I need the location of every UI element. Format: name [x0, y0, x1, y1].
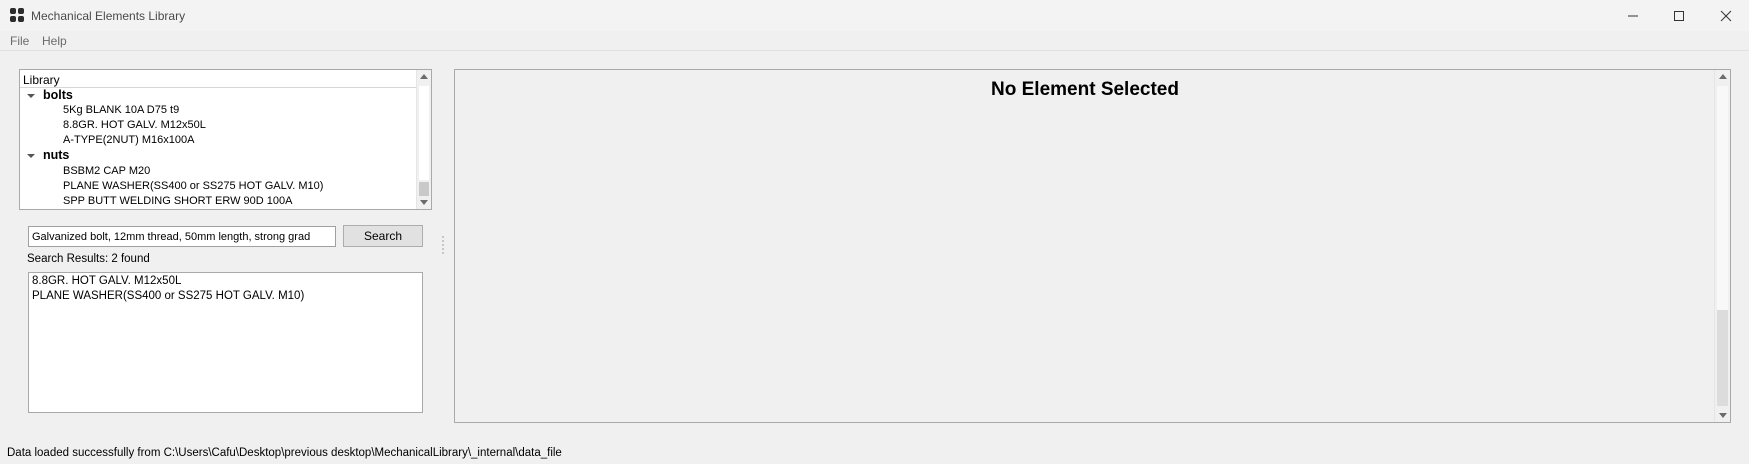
close-icon — [1720, 10, 1732, 21]
maximize-icon — [1674, 10, 1684, 21]
status-bar: Data loaded successfully from C:\Users\C… — [0, 444, 1749, 464]
scroll-down-icon[interactable] — [420, 200, 428, 205]
library-tree-header[interactable]: Library — [20, 70, 417, 88]
tree-group-bolts[interactable]: bolts — [24, 88, 224, 103]
detail-panel: No Element Selected — [454, 69, 1731, 423]
library-scrollbar[interactable] — [416, 70, 431, 209]
detail-scrollbar[interactable] — [1714, 70, 1730, 422]
scrollbar-thumb[interactable] — [419, 182, 429, 196]
search-results-list[interactable]: 8.8GR. HOT GALV. M12x50L PLANE WASHER(SS… — [28, 272, 423, 413]
tree-item[interactable]: 5Kg BLANK 10A D75 t9 — [63, 103, 179, 118]
scroll-up-icon[interactable] — [1719, 74, 1727, 79]
tree-item[interactable]: A-TYPE(2NUT) M16x100A — [63, 133, 194, 148]
status-text: Data loaded successfully from C:\Users\C… — [7, 447, 562, 459]
minimize-icon — [1628, 15, 1638, 16]
library-tree[interactable]: Library bolts 5Kg BLANK 10A D75 t9 8.8GR… — [19, 69, 432, 210]
scroll-up-icon[interactable] — [420, 74, 428, 79]
close-button[interactable] — [1703, 0, 1749, 31]
scrollbar-thumb[interactable] — [1717, 310, 1728, 406]
app-grid-icon — [10, 8, 24, 22]
menu-file[interactable]: File — [10, 34, 29, 48]
menu-bar: File Help — [0, 31, 1749, 51]
search-input[interactable] — [28, 226, 336, 247]
tree-item[interactable]: SPP BUTT WELDING SHORT ERW 90D 100A — [63, 194, 292, 209]
search-results-label: Search Results: 2 found — [27, 253, 150, 265]
list-item[interactable]: PLANE WASHER(SS400 or SS275 HOT GALV. M1… — [32, 290, 304, 302]
minimize-button[interactable] — [1610, 0, 1656, 31]
detail-title: No Element Selected — [991, 79, 1179, 100]
tree-item[interactable]: PLANE WASHER(SS400 or SS275 HOT GALV. M1… — [63, 179, 323, 194]
tree-group-label: nuts — [43, 148, 70, 162]
tree-item[interactable]: BSBM2 CAP M20 — [63, 164, 150, 179]
menu-help[interactable]: Help — [42, 34, 67, 48]
window-title: Mechanical Elements Library — [31, 9, 186, 23]
chevron-down-icon[interactable] — [26, 91, 36, 101]
tree-group-nuts[interactable]: nuts — [24, 148, 224, 163]
chevron-down-icon[interactable] — [26, 151, 36, 161]
library-header-label: Library — [23, 73, 60, 87]
list-item[interactable]: 8.8GR. HOT GALV. M12x50L — [32, 275, 181, 287]
scroll-down-icon[interactable] — [1719, 413, 1727, 418]
search-button[interactable]: Search — [343, 225, 423, 247]
splitter-handle[interactable] — [442, 236, 444, 256]
title-bar: Mechanical Elements Library — [0, 0, 1749, 31]
tree-item[interactable]: 8.8GR. HOT GALV. M12x50L — [63, 118, 206, 133]
tree-group-label: bolts — [43, 88, 73, 102]
maximize-button[interactable] — [1656, 0, 1702, 31]
